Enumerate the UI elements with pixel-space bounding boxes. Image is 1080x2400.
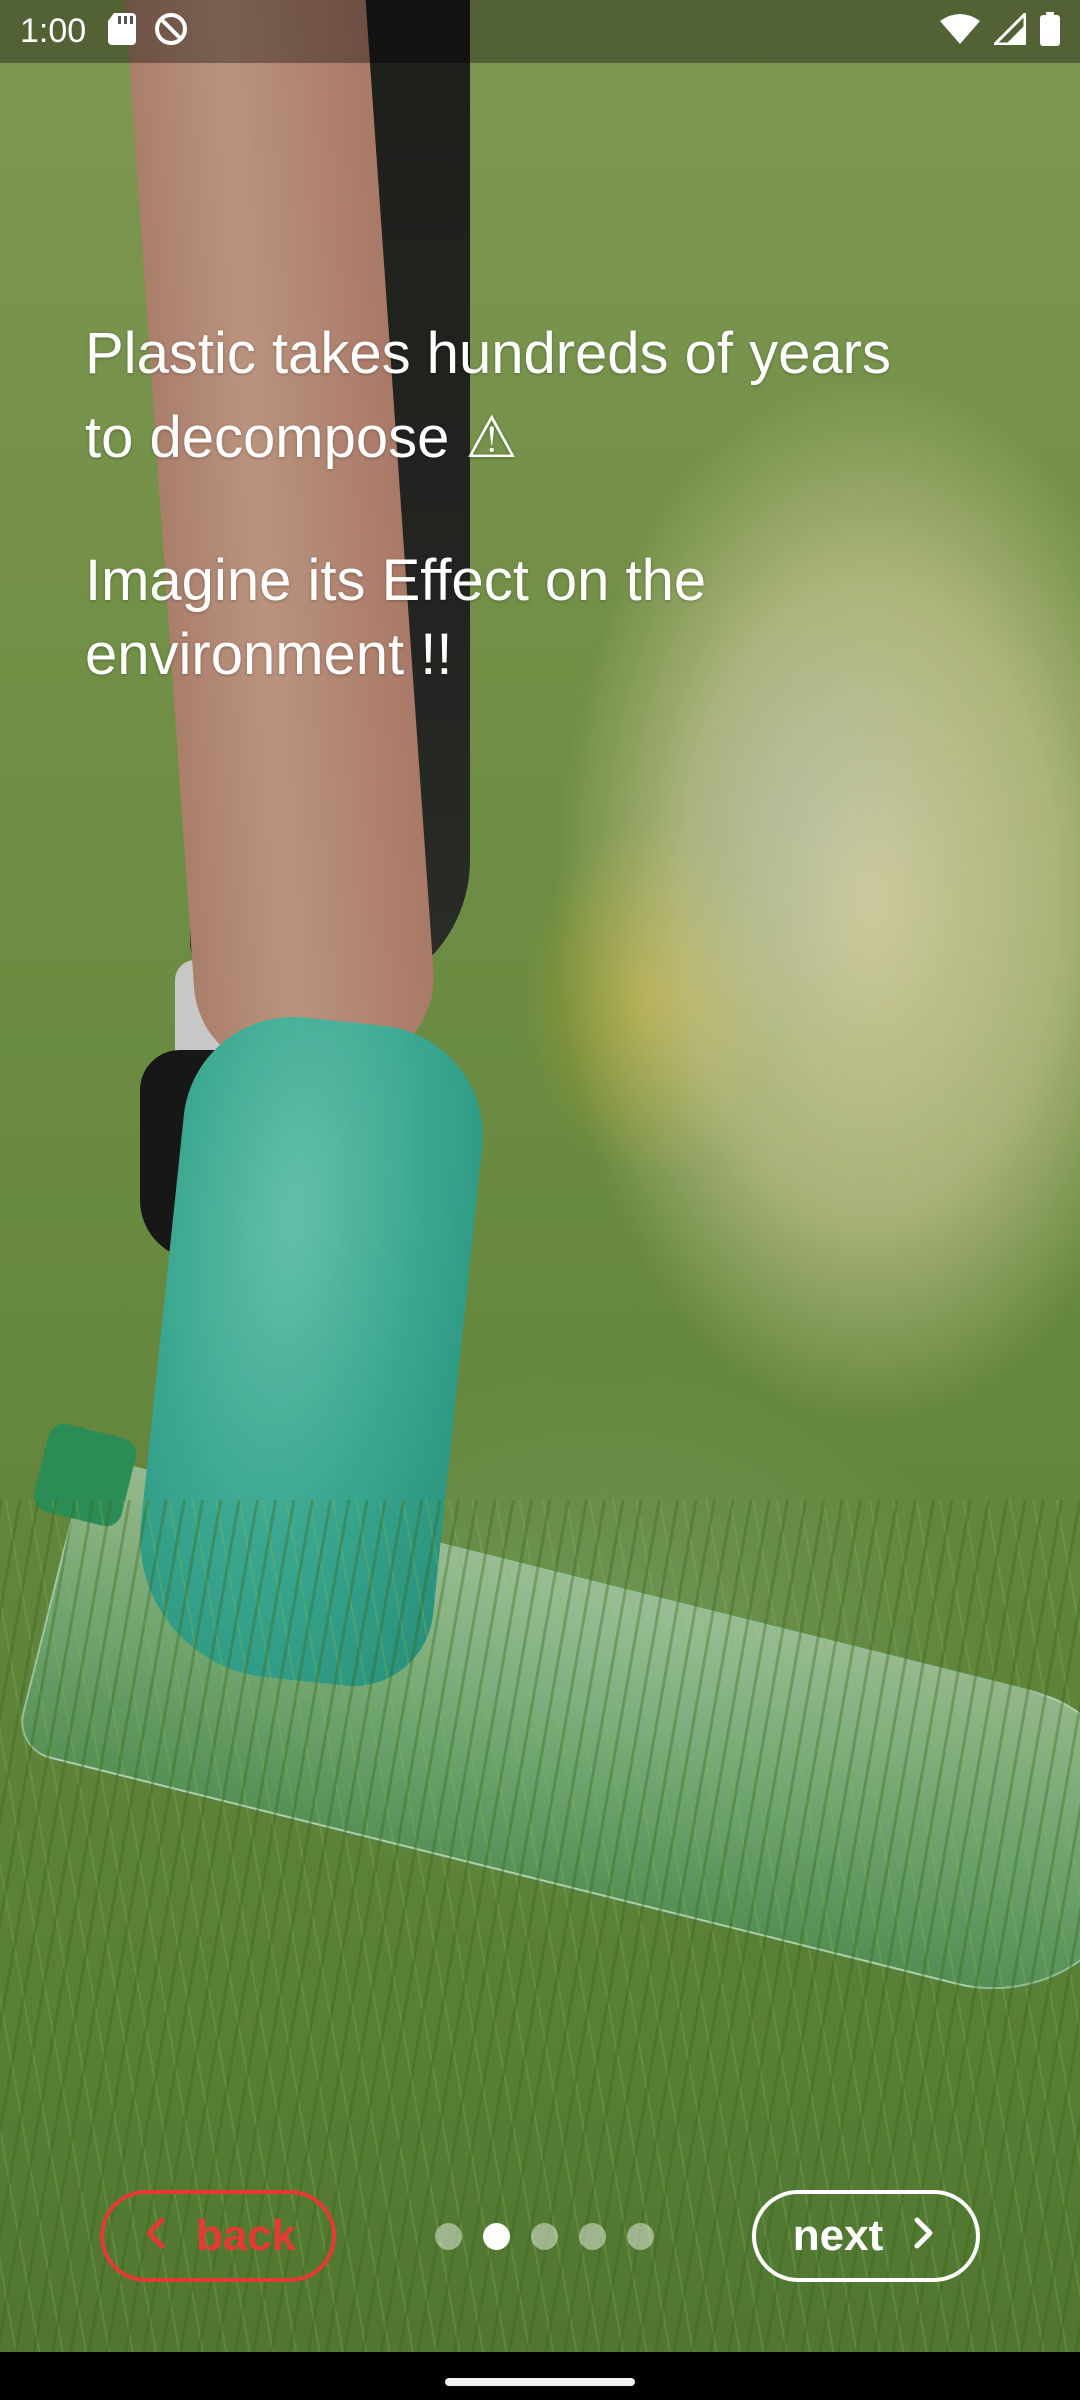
onboarding-screen: 1:00 Plastic takes hundreds of years to … <box>0 0 1080 2400</box>
sd-card-icon <box>108 13 137 50</box>
battery-icon <box>1040 12 1060 51</box>
wifi-icon <box>940 13 980 50</box>
home-gesture-handle[interactable] <box>445 2378 635 2386</box>
message-subtext: Imagine its Effect on the environment !! <box>85 548 707 687</box>
page-dot-3[interactable] <box>531 2223 558 2250</box>
page-dot-1[interactable] <box>435 2223 462 2250</box>
page-dot-4[interactable] <box>579 2223 606 2250</box>
status-right-icons <box>940 10 1060 51</box>
chevron-left-icon <box>140 2211 196 2261</box>
next-button-label: next <box>792 2211 884 2260</box>
page-dot-5[interactable] <box>627 2223 654 2250</box>
cellular-signal-icon <box>991 10 1027 50</box>
back-button-label: back <box>195 2211 297 2260</box>
navigation-bar <box>0 2352 1080 2400</box>
onboarding-message: Plastic takes hundreds of years to decom… <box>85 312 985 692</box>
page-indicator <box>435 2223 654 2250</box>
status-bar: 1:00 <box>0 0 1080 63</box>
page-dot-2[interactable] <box>483 2223 510 2250</box>
next-button[interactable]: next <box>752 2190 980 2282</box>
back-button[interactable]: back <box>100 2190 336 2282</box>
message-headline: Plastic takes hundreds of years to decom… <box>85 321 891 470</box>
do-not-disturb-icon <box>154 12 188 51</box>
chevron-right-icon <box>883 2211 939 2261</box>
onboarding-controls: back next <box>0 2190 1080 2286</box>
status-time: 1:00 <box>20 12 87 50</box>
